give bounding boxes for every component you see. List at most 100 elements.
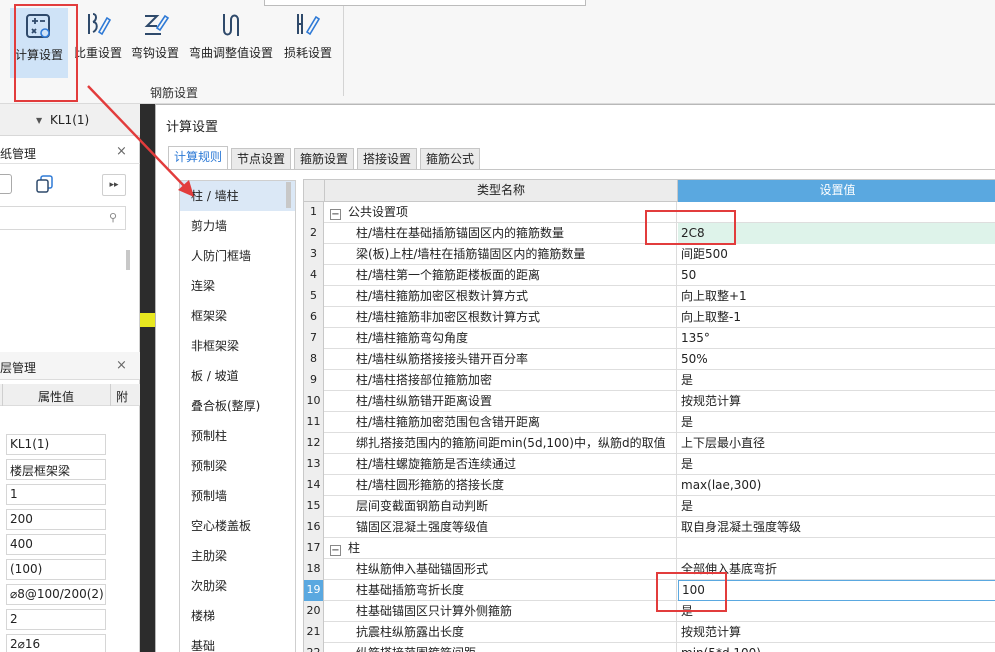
loss-settings-label: 损耗设置	[283, 46, 332, 60]
table-row[interactable]: 21 抗震柱纵筋露出长度 按规范计算	[304, 622, 995, 643]
bend-adjust-button[interactable]: 弯曲调整值设置	[186, 6, 276, 76]
tab-stirrup-settings[interactable]: 箍筋设置	[294, 148, 355, 169]
row-setting-value[interactable]: 是	[678, 496, 995, 517]
search-icon[interactable]: ⚲	[109, 211, 117, 224]
table-row[interactable]: 13 柱/墙柱螺旋箍筋是否连续通过 是	[304, 454, 995, 475]
table-row[interactable]: 16 锚固区混凝土强度等级值 取自身混凝土强度等级	[304, 517, 995, 538]
row-setting-value[interactable]: 间距500	[678, 244, 995, 265]
table-row[interactable]: 5 柱/墙柱箍筋加密区根数计算方式 向上取整+1	[304, 286, 995, 307]
category-item[interactable]: 主肋梁	[180, 541, 295, 571]
category-item[interactable]: 柱 / 墙柱	[180, 181, 295, 211]
table-row[interactable]: 11 柱/墙柱箍筋加密范围包含错开距离 是	[304, 412, 995, 433]
row-name-text: 柱/墙柱纵筋错开距离设置	[356, 394, 493, 408]
row-setting-value[interactable]: 是	[678, 454, 995, 475]
tab-node-settings[interactable]: 节点设置	[231, 148, 292, 169]
tab-lap-settings[interactable]: 搭接设置	[357, 148, 418, 169]
attribute-value-cell[interactable]: 2⌀16	[6, 634, 106, 652]
column-divider	[2, 384, 3, 406]
attribute-value-cell[interactable]: 楼层框架梁	[6, 459, 106, 480]
tab-stirrup-formula[interactable]: 箍筋公式	[420, 148, 481, 169]
setting-value-column: 设置值	[677, 180, 995, 202]
attribute-value-cell[interactable]: (100)	[6, 559, 106, 580]
table-row[interactable]: 14 柱/墙柱圆形箍筋的搭接长度 max(lae,300)	[304, 475, 995, 496]
table-row[interactable]: 7 柱/墙柱箍筋弯勾角度 135°	[304, 328, 995, 349]
attribute-panel-header: 层管理 ×	[0, 352, 140, 380]
row-setting-value[interactable]: 50	[678, 265, 995, 286]
collapse-icon[interactable]: −	[330, 545, 341, 556]
table-row[interactable]: 8 柱/墙柱纵筋搭接接头错开百分率 50%	[304, 349, 995, 370]
tab-calc-rules[interactable]: 计算规则	[168, 146, 229, 170]
row-setting-value[interactable]: 取自身混凝土强度等级	[678, 517, 995, 538]
annotation-box	[645, 210, 736, 245]
row-number: 5	[304, 286, 324, 307]
row-setting-value[interactable]: 是	[678, 412, 995, 433]
row-setting-value[interactable]: 135°	[678, 328, 995, 349]
row-number: 12	[304, 433, 324, 454]
table-row[interactable]: 22 纵筋搭接范围箍筋间距 min(5*d,100)	[304, 643, 995, 652]
row-number: 6	[304, 307, 324, 328]
drawing-canvas[interactable]	[140, 104, 156, 652]
table-row[interactable]: 6 柱/墙柱箍筋非加密区根数计算方式 向上取整-1	[304, 307, 995, 328]
row-setting-value[interactable]: 50%	[678, 349, 995, 370]
delete-icon[interactable]	[0, 174, 12, 194]
scrollbar-thumb[interactable]	[286, 182, 291, 208]
category-item[interactable]: 连梁	[180, 271, 295, 301]
hook-settings-button[interactable]: 弯钩设置	[128, 6, 182, 76]
attribute-value-cell[interactable]: 2	[6, 609, 106, 630]
weight-settings-button[interactable]: 比重设置	[72, 6, 124, 76]
row-name-text: 抗震柱纵筋露出长度	[356, 625, 465, 639]
category-item[interactable]: 叠合板(整厚)	[180, 391, 295, 421]
row-type-name: 柱基础插筋弯折长度	[324, 580, 677, 601]
attribute-value-cell[interactable]: ⌀8@100/200(2)	[6, 584, 106, 605]
table-row[interactable]: 3 梁(板)上柱/墙柱在插筋锚固区内的箍筋数量 间距500	[304, 244, 995, 265]
category-item[interactable]: 空心楼盖板	[180, 511, 295, 541]
search-input[interactable]: ⚲	[0, 206, 126, 230]
floor-selector[interactable]: ▼ KL1(1)	[0, 104, 140, 136]
category-item[interactable]: 基础	[180, 631, 295, 652]
row-setting-value[interactable]: 按规范计算	[678, 391, 995, 412]
drawing-panel-header: 纸管理 ×	[0, 140, 140, 164]
row-setting-value[interactable]: 向上取整+1	[678, 286, 995, 307]
collapse-icon[interactable]: −	[330, 209, 341, 220]
row-setting-value[interactable]	[678, 538, 995, 559]
category-item[interactable]: 预制梁	[180, 451, 295, 481]
table-row[interactable]: 18 柱纵筋伸入基础锚固形式 全部伸入基底弯折	[304, 559, 995, 580]
table-row[interactable]: 10 柱/墙柱纵筋错开距离设置 按规范计算	[304, 391, 995, 412]
table-row[interactable]: 12 绑扎搭接范围内的箍筋间距min(5d,100)中，纵筋d的取值 上下层最小直径	[304, 433, 995, 454]
row-setting-value[interactable]: max(lae,300)	[678, 475, 995, 496]
attribute-value-cell[interactable]: 1	[6, 484, 106, 505]
category-item[interactable]: 板 / 坡道	[180, 361, 295, 391]
row-setting-value[interactable]: 上下层最小直径	[678, 433, 995, 454]
table-row[interactable]: 9 柱/墙柱搭接部位箍筋加密 是	[304, 370, 995, 391]
loss-settings-button[interactable]: 损耗设置	[280, 6, 336, 76]
row-name-text: 柱基础插筋弯折长度	[356, 583, 465, 597]
close-icon[interactable]: ×	[116, 144, 127, 159]
attribute-value-cell[interactable]: 400	[6, 534, 106, 555]
close-icon[interactable]: ×	[116, 358, 127, 373]
dropdown-arrow-icon[interactable]: ▼	[36, 116, 42, 125]
more-icon[interactable]: ▸▸	[102, 174, 126, 196]
table-row[interactable]: 4 柱/墙柱第一个箍筋距楼板面的距离 50	[304, 265, 995, 286]
attribute-value-cell[interactable]: KL1(1)	[6, 434, 106, 455]
category-item[interactable]: 非框架梁	[180, 331, 295, 361]
category-item[interactable]: 次肋梁	[180, 571, 295, 601]
row-name-text: 公共设置项	[348, 205, 409, 219]
row-setting-value[interactable]: 是	[678, 370, 995, 391]
table-row[interactable]: 19 柱基础插筋弯折长度 100	[304, 580, 995, 601]
row-number: 11	[304, 412, 324, 433]
copy-icon[interactable]	[34, 174, 56, 194]
table-row[interactable]: 15 层间变截面钢筋自动判断 是	[304, 496, 995, 517]
category-item[interactable]: 人防门框墙	[180, 241, 295, 271]
attribute-value-cell[interactable]: 200	[6, 509, 106, 530]
row-setting-value[interactable]: 向上取整-1	[678, 307, 995, 328]
scrollbar-thumb[interactable]	[126, 250, 130, 270]
row-setting-value[interactable]: min(5*d,100)	[678, 643, 995, 652]
category-item[interactable]: 预制墙	[180, 481, 295, 511]
category-item[interactable]: 框架梁	[180, 301, 295, 331]
category-item[interactable]: 楼梯	[180, 601, 295, 631]
group-row[interactable]: 17− 柱	[304, 538, 995, 559]
row-setting-value[interactable]: 按规范计算	[678, 622, 995, 643]
table-row[interactable]: 20 柱基础锚固区只计算外侧箍筋是	[304, 601, 995, 622]
category-item[interactable]: 预制柱	[180, 421, 295, 451]
category-item[interactable]: 剪力墙	[180, 211, 295, 241]
